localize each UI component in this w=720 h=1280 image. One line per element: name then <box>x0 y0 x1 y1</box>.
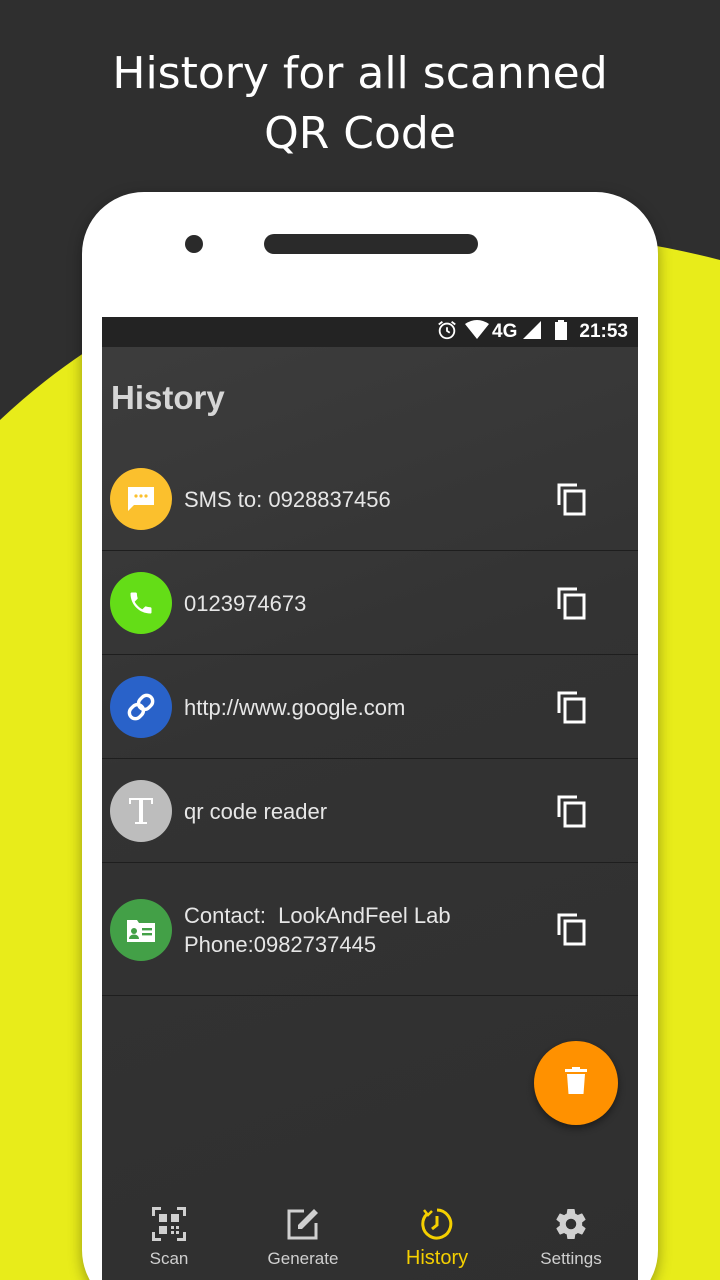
trash-icon <box>565 1066 587 1100</box>
delete-all-button[interactable] <box>534 1041 618 1125</box>
status-bar: 4G 21:53 <box>102 317 638 347</box>
phone-icon <box>110 572 172 634</box>
history-item-text: Contact: LookAndFeel Lab Phone:098273744… <box>184 863 544 996</box>
promo-headline-line2: QR Code <box>264 108 456 159</box>
history-item-text-entry[interactable]: qr code reader <box>102 759 638 863</box>
copy-icon[interactable] <box>552 909 592 949</box>
history-item-sms[interactable]: SMS to: 0928837456 <box>102 447 638 551</box>
phone-camera <box>185 235 203 253</box>
history-item-phone[interactable]: 0123974673 <box>102 551 638 655</box>
history-item-contact[interactable]: Contact: LookAndFeel Lab Phone:098273744… <box>102 863 638 996</box>
nav-label: Generate <box>267 1249 339 1268</box>
wifi-icon <box>464 319 490 345</box>
signal-icon <box>523 320 542 344</box>
promo-headline: History for all scanned QR Code <box>0 44 720 164</box>
nav-label: Settings <box>540 1249 602 1268</box>
alarm-icon <box>436 319 458 346</box>
link-icon <box>110 676 172 738</box>
history-item-text: SMS to: 0928837456 <box>184 486 391 512</box>
nav-label: Scan <box>149 1249 189 1268</box>
copy-icon[interactable] <box>552 687 592 727</box>
history-item-text: http://www.google.com <box>184 694 406 720</box>
battery-icon <box>555 319 568 345</box>
clock-icon <box>418 1205 456 1243</box>
contact-name: Contact: LookAndFeel Lab <box>184 902 451 928</box>
network-type: 4G <box>492 321 518 342</box>
contact-phone: Phone:0982737445 <box>184 931 377 957</box>
bottom-navigation: Scan Generate History Settings <box>102 1197 638 1280</box>
nav-history[interactable]: History <box>370 1197 504 1280</box>
copy-icon[interactable] <box>552 479 592 519</box>
copy-icon[interactable] <box>552 583 592 623</box>
nav-settings[interactable]: Settings <box>504 1197 638 1280</box>
edit-icon <box>284 1205 322 1243</box>
status-time: 21:53 <box>579 321 628 342</box>
history-item-text: qr code reader <box>184 798 328 824</box>
message-icon <box>110 468 172 530</box>
gear-icon <box>552 1205 590 1243</box>
nav-scan[interactable]: Scan <box>102 1197 236 1280</box>
copy-icon[interactable] <box>552 791 592 831</box>
nav-generate[interactable]: Generate <box>236 1197 370 1280</box>
phone-speaker <box>264 234 478 254</box>
page-title: History <box>111 379 225 416</box>
nav-label: History <box>405 1247 469 1269</box>
app-screen: 4G 21:53 History SMS to: 0928837456 0123… <box>102 317 638 1280</box>
qr-code-icon <box>150 1205 188 1243</box>
history-item-url[interactable]: http://www.google.com <box>102 655 638 759</box>
history-list: SMS to: 0928837456 0123974673 http://www… <box>102 447 638 996</box>
promo-headline-line1: History for all scanned <box>112 48 608 99</box>
text-icon <box>110 780 172 842</box>
contact-card-icon <box>110 899 172 961</box>
history-item-text: 0123974673 <box>184 590 307 616</box>
